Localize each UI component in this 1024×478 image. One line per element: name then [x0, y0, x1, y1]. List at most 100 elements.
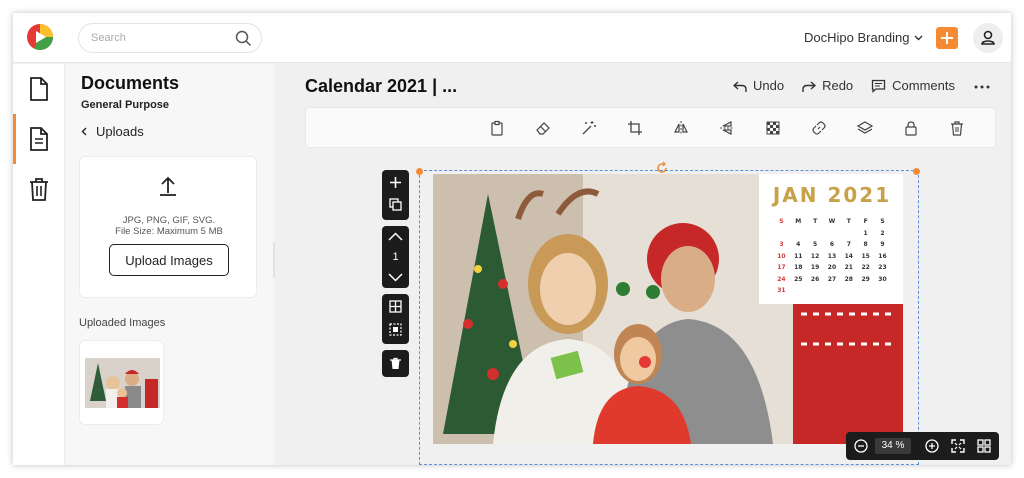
calendar-day: 7 [846, 241, 851, 248]
lock-icon[interactable] [903, 120, 919, 136]
grid-icon[interactable] [389, 300, 402, 313]
calendar-day: 17 [777, 264, 786, 271]
upload-size: File Size: Maximum 5 MB [115, 226, 223, 237]
layers-icon[interactable] [857, 120, 873, 136]
calendar-day: 1 [863, 229, 868, 237]
transparency-icon[interactable] [765, 120, 781, 136]
zoom-level[interactable]: 34 % [875, 438, 911, 454]
page-grid-icon[interactable] [977, 439, 991, 453]
upload-types: JPG, PNG, GIF, SVG. [122, 215, 216, 226]
panel-title: Documents [81, 73, 180, 93]
calendar-day [824, 230, 841, 242]
top-bar: DocHipo Branding [13, 13, 1011, 63]
brand-selector[interactable]: DocHipo Branding [804, 30, 923, 45]
create-button[interactable] [936, 27, 958, 49]
delete-page-group [382, 350, 409, 377]
calendar-day: 26 [810, 275, 820, 283]
calendar-day: 8 [863, 241, 868, 248]
calendar-weekday: S [880, 218, 885, 225]
calendar-weekday: T [846, 218, 851, 225]
clipboard-icon[interactable] [489, 120, 505, 136]
calendar-day: 13 [827, 252, 837, 260]
calendar-week-row: 12 [773, 230, 891, 242]
calendar-day: 28 [844, 275, 853, 283]
calendar-day: 22 [861, 264, 870, 271]
resize-handle-top-right[interactable] [913, 168, 920, 175]
link-icon[interactable] [811, 120, 827, 136]
redo-button[interactable]: Redo [802, 78, 853, 93]
search-box[interactable] [78, 23, 262, 53]
document-icon [30, 77, 48, 101]
rail-item-trash[interactable] [13, 164, 65, 214]
rail-item-documents[interactable] [13, 114, 65, 164]
search-icon[interactable] [235, 30, 252, 47]
calendar-day [857, 287, 874, 299]
document-title[interactable]: Calendar 2021 | ... [305, 76, 457, 97]
resize-handle-top-left[interactable] [416, 168, 423, 175]
editor-actions: Undo Redo Comments [733, 78, 973, 93]
back-to-uploads[interactable]: Uploads [81, 124, 144, 139]
magic-wand-icon[interactable] [581, 120, 597, 136]
flip-horizontal-icon[interactable] [673, 120, 689, 136]
delete-icon[interactable] [949, 120, 965, 136]
comments-label: Comments [892, 78, 956, 93]
calendar-weekday: F [863, 218, 868, 225]
select-area-icon[interactable] [389, 323, 402, 336]
page-number: 1 [392, 251, 399, 263]
chevron-down-icon[interactable] [388, 273, 403, 282]
more-dots-icon [974, 85, 990, 89]
zoom-in-icon[interactable] [925, 439, 939, 453]
dochipo-logo[interactable] [26, 23, 54, 51]
calendar-day: 24 [777, 275, 786, 283]
zoom-unit: % [895, 440, 905, 451]
calendar-day: 2 [880, 229, 885, 237]
calendar-day: 30 [878, 275, 887, 283]
upload-dropzone[interactable]: JPG, PNG, GIF, SVG. File Size: Maximum 5… [79, 156, 257, 298]
fit-screen-icon[interactable] [951, 439, 965, 453]
uploaded-images-label: Uploaded Images [79, 317, 166, 329]
calendar-day [824, 287, 841, 299]
zoom-controls: 34 % [846, 432, 999, 460]
user-menu-button[interactable] [973, 23, 1003, 53]
comment-icon [872, 79, 886, 93]
undo-button[interactable]: Undo [733, 78, 784, 93]
calendar-day: 9 [880, 241, 885, 248]
editor-workspace: Calendar 2021 | ... Undo Redo Comments J… [275, 64, 1011, 465]
uploaded-image-thumbnail[interactable] [79, 340, 164, 425]
calendar-day [840, 287, 857, 299]
undo-icon [733, 80, 747, 92]
brand-label: DocHipo Branding [804, 30, 910, 45]
calendar-day [840, 230, 857, 242]
calendar-card[interactable]: JAN 2021 S M T W T F S 1 2 3 4 5 6 7 8 9 10 11 12 13 14 15 16 1… [759, 174, 903, 304]
calendar-day: 11 [794, 252, 803, 260]
app-window: DocHipo Branding [13, 13, 1011, 465]
calendar-day: 21 [844, 264, 853, 271]
calendar-photo[interactable]: JAN 2021 S M T W T F S 1 2 3 4 5 6 7 8 9 10 11 12 13 14 15 16 1… [433, 174, 903, 444]
more-options-button[interactable] [974, 77, 990, 95]
undo-label: Undo [753, 78, 785, 93]
image-toolbar [305, 107, 996, 148]
delete-page-icon[interactable] [389, 357, 402, 370]
page-navigation-group: 1 [382, 226, 409, 288]
zoom-out-icon[interactable] [854, 439, 868, 453]
redo-icon [802, 80, 817, 92]
search-input[interactable] [91, 30, 231, 46]
comments-button[interactable]: Comments [871, 78, 955, 93]
crop-icon[interactable] [627, 120, 643, 136]
chevron-left-icon [81, 127, 87, 136]
calendar-week-row: 24 25 26 27 28 29 30 [773, 276, 891, 288]
calendar-week-row: 10 11 12 13 14 15 16 [773, 253, 891, 265]
chevron-up-icon[interactable] [388, 232, 403, 241]
calendar-day [773, 230, 790, 242]
rail-item-templates[interactable] [13, 64, 65, 114]
calendar-day: 3 [779, 241, 784, 248]
calendar-day [807, 287, 824, 299]
duplicate-page-icon[interactable] [389, 198, 402, 211]
calendar-weekday: M [795, 218, 802, 225]
eraser-icon[interactable] [535, 120, 551, 136]
calendar-week-row: 31 [773, 287, 891, 299]
calendar-week-row: 3 4 5 6 7 8 9 [773, 241, 891, 253]
upload-images-button[interactable]: Upload Images [109, 244, 229, 276]
add-page-icon[interactable] [389, 176, 402, 189]
flip-vertical-icon[interactable] [719, 120, 735, 136]
